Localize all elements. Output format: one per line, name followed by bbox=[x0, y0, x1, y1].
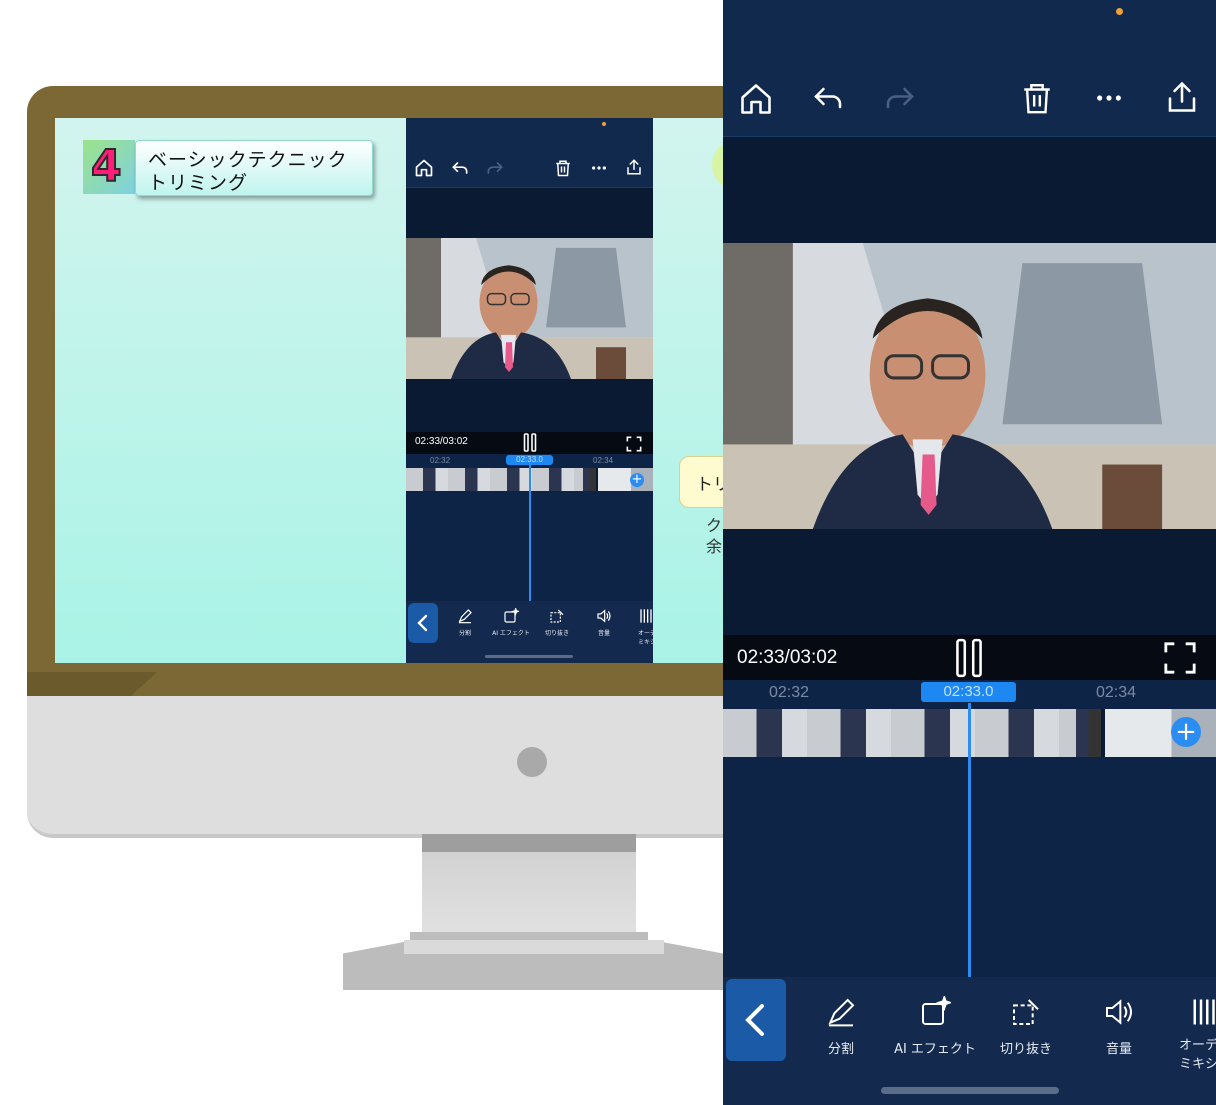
add-clip-button[interactable]: + bbox=[1171, 717, 1201, 747]
clip-frame bbox=[532, 468, 574, 491]
ruler-tick-label: 02:32 bbox=[769, 684, 810, 701]
notification-dot bbox=[602, 122, 606, 126]
video-preview[interactable] bbox=[723, 243, 1216, 529]
tool-split[interactable]: 分割 bbox=[813, 996, 869, 1057]
volume-icon bbox=[597, 609, 611, 623]
slide-number: 4 bbox=[90, 140, 123, 193]
ruler-tick-label: 02:34 bbox=[593, 456, 614, 465]
monitor-stand-base-top bbox=[404, 940, 664, 954]
tool-audio-mixer[interactable]: オーデ ミキシ bbox=[1179, 996, 1216, 1072]
share-icon[interactable] bbox=[1164, 78, 1200, 120]
playhead[interactable] bbox=[529, 463, 531, 601]
tool-volume[interactable]: 音量 bbox=[1091, 996, 1147, 1057]
small-editor-app: 02:33/03:02 02:32 02:33.0 02:34 + 分割 AI … bbox=[406, 118, 653, 663]
clip-frame bbox=[448, 468, 490, 491]
decorative-circle bbox=[712, 142, 723, 188]
ai-effect-icon bbox=[504, 606, 521, 623]
tool-audio-mixer-label-line2: ミキシ bbox=[1179, 1057, 1216, 1072]
pause-icon[interactable] bbox=[523, 433, 537, 456]
trash-icon[interactable] bbox=[1020, 80, 1054, 120]
pencil-icon bbox=[458, 609, 472, 624]
tool-split-label: 分割 bbox=[458, 630, 471, 637]
back-button[interactable] bbox=[408, 603, 438, 643]
tool-ai-effect-label: AI エフェクト bbox=[492, 630, 530, 637]
ruler-tick-label: 02:32 bbox=[430, 456, 451, 465]
ruler-tick-label: 02:34 bbox=[1096, 684, 1137, 701]
side-text-line2: 余 bbox=[706, 537, 723, 556]
slide-title-box: ベーシックテクニック トリミング bbox=[135, 140, 373, 196]
home-indicator bbox=[881, 1087, 1059, 1094]
tool-split[interactable]: 分割 bbox=[450, 608, 480, 637]
crop-icon bbox=[550, 609, 564, 623]
clip-frame bbox=[574, 468, 596, 491]
video-preview[interactable] bbox=[406, 238, 653, 379]
volume-icon bbox=[1106, 999, 1132, 1025]
app-header bbox=[406, 118, 653, 187]
home-icon[interactable] bbox=[738, 81, 774, 121]
tool-ai-effect[interactable]: AI エフェクト bbox=[889, 994, 981, 1057]
pencil-icon bbox=[828, 998, 855, 1027]
clip-frame bbox=[1059, 709, 1101, 757]
tool-crop[interactable]: 切り抜き bbox=[996, 996, 1056, 1057]
timecode: 02:33/03:02 bbox=[737, 647, 838, 668]
clip-frame bbox=[598, 468, 653, 491]
more-icon[interactable] bbox=[591, 158, 607, 182]
large-editor-app: 02:33/03:02 02:32 02:33.0 02:34 + 分割 AI … bbox=[723, 0, 1216, 1105]
tool-audio-mixer-label-line1: オーデ bbox=[637, 630, 653, 637]
pause-icon[interactable] bbox=[954, 638, 984, 682]
share-icon[interactable] bbox=[625, 157, 643, 181]
fullscreen-icon[interactable] bbox=[1163, 641, 1197, 679]
tool-split-label: 分割 bbox=[827, 1042, 854, 1057]
clip-frame bbox=[490, 468, 532, 491]
tool-audio-mixer-label-line1: オーデ bbox=[1179, 1038, 1216, 1053]
slide-title-line2: トリミング bbox=[148, 172, 249, 194]
monitor-camera-dot bbox=[517, 747, 547, 777]
home-icon[interactable] bbox=[414, 158, 434, 182]
clip-frame bbox=[406, 468, 448, 491]
monitor-stand-neck bbox=[422, 834, 636, 940]
tool-crop[interactable]: 切り抜き bbox=[542, 608, 572, 637]
tool-ai-effect-label: AI エフェクト bbox=[894, 1042, 976, 1057]
tool-crop-label: 切り抜き bbox=[999, 1042, 1052, 1057]
redo-icon[interactable] bbox=[882, 80, 918, 120]
callout-bubble-text: トリ bbox=[696, 475, 723, 495]
clip-frame bbox=[807, 709, 891, 757]
fullscreen-icon[interactable] bbox=[626, 436, 642, 456]
tool-volume-label: 音量 bbox=[597, 630, 610, 637]
add-clip-button[interactable]: + bbox=[630, 473, 644, 487]
monitor-chin bbox=[27, 696, 747, 838]
tool-ai-effect[interactable]: AI エフェクト bbox=[488, 606, 534, 637]
ai-effect-icon bbox=[922, 994, 953, 1025]
tool-volume-label: 音量 bbox=[1105, 1042, 1132, 1057]
timecode: 02:33/03:02 bbox=[415, 436, 468, 447]
undo-icon[interactable] bbox=[810, 80, 846, 120]
trash-icon[interactable] bbox=[554, 158, 572, 182]
callout-bubble: トリ bbox=[679, 456, 723, 508]
notification-dot bbox=[1116, 8, 1123, 15]
undo-icon[interactable] bbox=[450, 158, 470, 182]
clip-frame bbox=[891, 709, 975, 757]
playhead[interactable] bbox=[968, 703, 971, 977]
audio-mixer-icon bbox=[640, 609, 652, 623]
tool-crop-label: 切り抜き bbox=[544, 630, 569, 637]
more-icon[interactable] bbox=[1095, 80, 1123, 120]
slide-title-card: 4 ベーシックテクニック トリミング bbox=[83, 138, 373, 196]
redo-icon[interactable] bbox=[485, 158, 505, 182]
audio-mixer-icon bbox=[1193, 999, 1215, 1025]
clip-frame bbox=[975, 709, 1059, 757]
crop-icon bbox=[1013, 999, 1039, 1025]
current-time-marker: 02:33.0 bbox=[921, 682, 1016, 702]
back-button[interactable] bbox=[726, 979, 786, 1061]
tool-audio-mixer[interactable]: オーデ ミキシ bbox=[632, 608, 653, 646]
home-indicator bbox=[485, 655, 573, 658]
tool-audio-mixer-label-line2: ミキシ bbox=[637, 639, 653, 646]
app-header bbox=[723, 0, 1216, 136]
tool-volume[interactable]: 音量 bbox=[589, 608, 619, 637]
clip-frame bbox=[723, 709, 807, 757]
